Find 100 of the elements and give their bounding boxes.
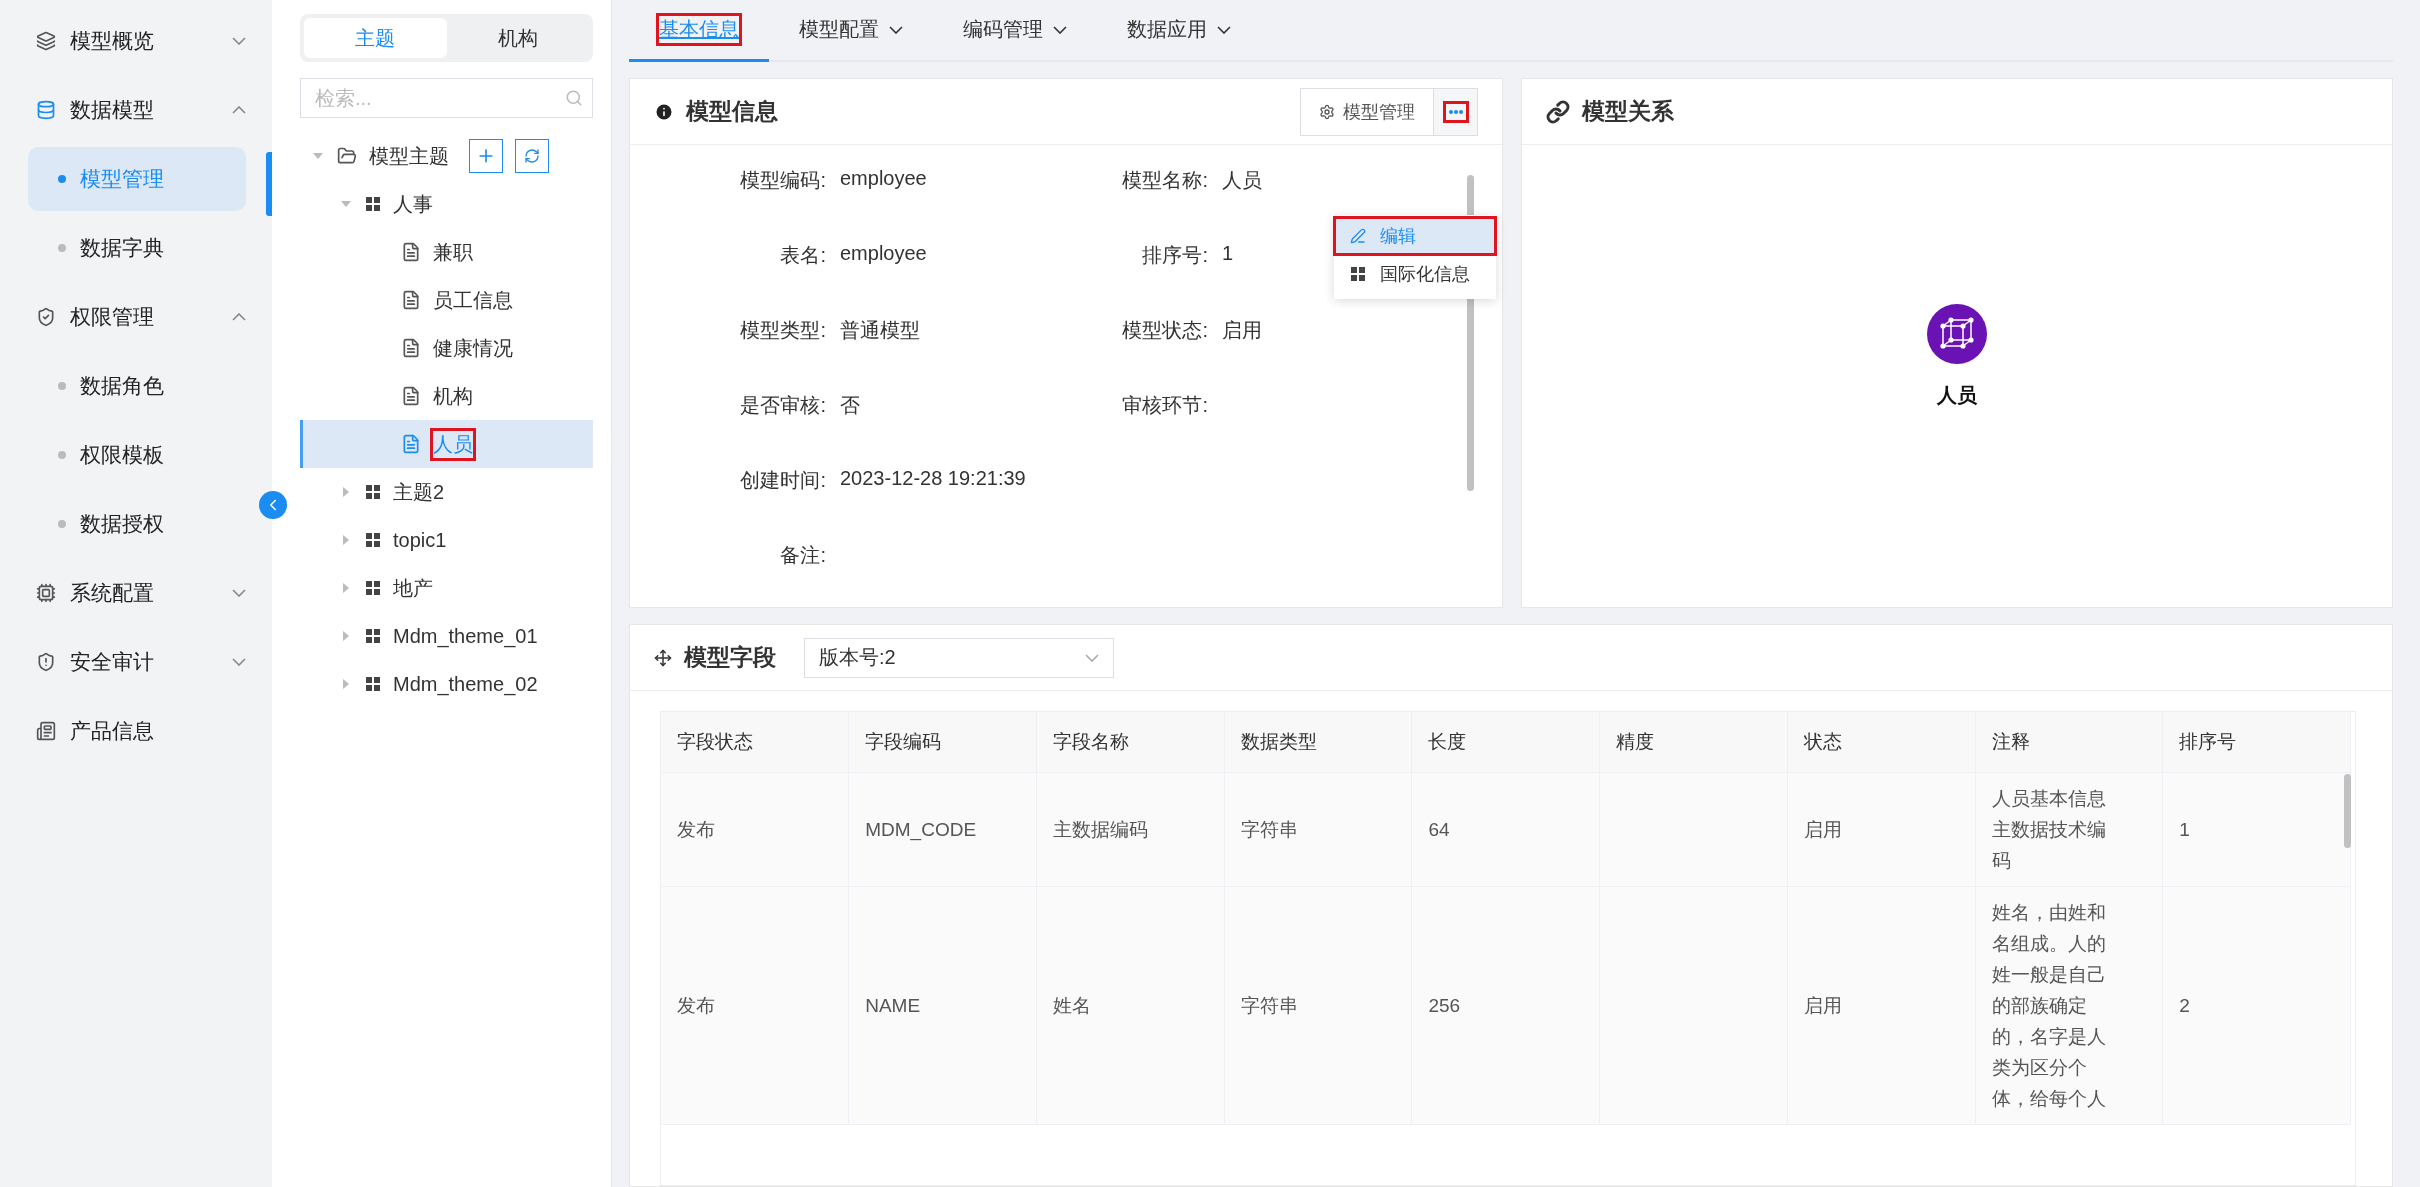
sidebar-subitem[interactable]: 数据角色 — [28, 354, 246, 418]
sidebar-subitem[interactable]: 数据授权 — [28, 492, 246, 556]
field-label: 表名: — [780, 243, 826, 268]
document-icon — [401, 386, 421, 406]
table-cell: 人员基本信息主数据技术编码 — [1975, 772, 2163, 886]
tree-node[interactable]: Mdm_theme_01 — [300, 612, 593, 660]
table-cell: MDM_CODE — [848, 772, 1037, 886]
column-header: 数据类型 — [1224, 712, 1412, 772]
move-icon — [654, 648, 672, 667]
tree-node[interactable]: Mdm_theme_02 — [300, 660, 593, 708]
tree-node[interactable]: 机构 — [300, 372, 593, 420]
field-label: 模型状态: — [1122, 318, 1208, 343]
field-value: 启用 — [1222, 318, 1262, 343]
card-title: 模型信息 — [686, 97, 778, 126]
pencil-icon — [1350, 228, 1366, 244]
cube-node-icon[interactable] — [1927, 303, 1987, 364]
field-value: 否 — [840, 393, 860, 418]
field-value: employee — [840, 167, 927, 190]
field-value: 普通模型 — [840, 318, 920, 343]
field-label: 模型名称: — [1122, 168, 1208, 193]
search-icon — [565, 89, 583, 107]
column-header: 长度 — [1411, 712, 1600, 772]
table-cell: 主数据编码 — [1036, 772, 1225, 886]
field-label: 模型编码: — [740, 168, 826, 193]
sidebar-subitem[interactable]: 数据字典 — [28, 216, 246, 280]
link-icon — [1546, 99, 1570, 124]
tree-node[interactable]: 人事 — [300, 180, 593, 228]
field-label: 创建时间: — [740, 468, 826, 493]
document-icon — [401, 290, 421, 310]
table-cell: 启用 — [1787, 886, 1976, 1124]
more-button[interactable] — [1433, 88, 1477, 135]
more-icon — [1445, 103, 1466, 120]
field-value: 1 — [1222, 242, 1234, 265]
table-cell: 64 — [1411, 772, 1600, 886]
refresh-button[interactable] — [515, 139, 549, 173]
scrollbar[interactable] — [2344, 774, 2351, 848]
column-header: 字段编码 — [848, 712, 1037, 772]
grid-icon — [365, 196, 381, 212]
sidebar-item[interactable]: 数据模型 — [28, 78, 246, 142]
column-header: 精度 — [1599, 712, 1788, 772]
sidebar-item[interactable]: 系统配置 — [28, 561, 246, 625]
grid-icon — [365, 676, 381, 692]
tree-node[interactable]: 主题2 — [300, 468, 593, 516]
add-button[interactable] — [469, 139, 503, 173]
card-title: 模型关系 — [1582, 97, 1674, 126]
tree-node[interactable]: 模型主题 — [300, 132, 593, 180]
table-cell: 字符串 — [1224, 772, 1412, 886]
field-label: 模型类型: — [740, 318, 826, 343]
field-value: 人员 — [1222, 168, 1262, 193]
tree-node[interactable]: topic1 — [300, 516, 593, 564]
grid-icon — [365, 580, 381, 596]
table-cell: 启用 — [1787, 772, 1976, 886]
card-title: 模型字段 — [684, 643, 776, 672]
chevron-down-icon — [1217, 25, 1231, 34]
tree-tab[interactable]: 机构 — [446, 18, 589, 58]
chevron-down-icon — [1085, 653, 1099, 662]
refresh-icon — [524, 148, 540, 164]
tree-node[interactable]: 健康情况 — [300, 324, 593, 372]
gear-icon — [1319, 103, 1335, 120]
table-cell: NAME — [848, 886, 1037, 1124]
field-label: 备注: — [780, 543, 826, 568]
sidebar-item[interactable]: 模型概览 — [28, 9, 246, 73]
menu-item[interactable]: 国际化信息 — [1334, 255, 1496, 293]
tab[interactable]: 数据应用 — [1097, 0, 1261, 62]
folder-icon — [337, 146, 357, 166]
field-label: 是否审核: — [740, 393, 826, 418]
sidebar-item[interactable]: 安全审计 — [28, 630, 246, 694]
sidebar-item[interactable]: 权限管理 — [28, 285, 246, 349]
node-label: 人员 — [1937, 382, 1977, 408]
table-cell: 姓名，由姓和名组成。人的姓一般是自己的部族确定的，名字是人类为区分个体，给每个人 — [1975, 886, 2163, 1124]
version-select[interactable]: 版本号:2 — [804, 637, 1114, 678]
tree-node[interactable]: 兼职 — [300, 228, 593, 276]
document-icon — [401, 242, 421, 262]
info-icon — [654, 101, 674, 122]
column-header: 状态 — [1787, 712, 1976, 772]
field-label: 排序号: — [1142, 243, 1208, 268]
search-field[interactable]: 检索... — [300, 78, 593, 118]
tree-node[interactable]: 员工信息 — [300, 276, 593, 324]
grid-icon — [365, 532, 381, 548]
field-value: employee — [840, 242, 927, 265]
grid-icon — [365, 484, 381, 500]
document-icon — [401, 338, 421, 358]
column-header: 字段状态 — [661, 712, 849, 772]
column-header: 字段名称 — [1036, 712, 1225, 772]
sidebar-item[interactable]: 产品信息 — [28, 699, 246, 763]
field-label: 审核环节: — [1122, 393, 1208, 418]
table-cell: 姓名 — [1036, 886, 1225, 1124]
tab[interactable]: 模型配置 — [769, 0, 933, 62]
tree-node[interactable]: 地产 — [300, 564, 593, 612]
field-value: 2023-12-28 19:21:39 — [840, 467, 1026, 490]
chevron-down-icon — [889, 25, 903, 34]
grid-icon — [365, 628, 381, 644]
table-cell: 1 — [2162, 772, 2351, 886]
table-cell: 发布 — [661, 886, 849, 1124]
column-header: 排序号 — [2162, 712, 2351, 772]
column-header: 注释 — [1975, 712, 2163, 772]
sidebar-subitem[interactable]: 权限模板 — [28, 423, 246, 487]
table-cell: 2 — [2162, 886, 2351, 1124]
tab[interactable]: 编码管理 — [933, 0, 1097, 62]
table-cell: 256 — [1411, 886, 1600, 1124]
